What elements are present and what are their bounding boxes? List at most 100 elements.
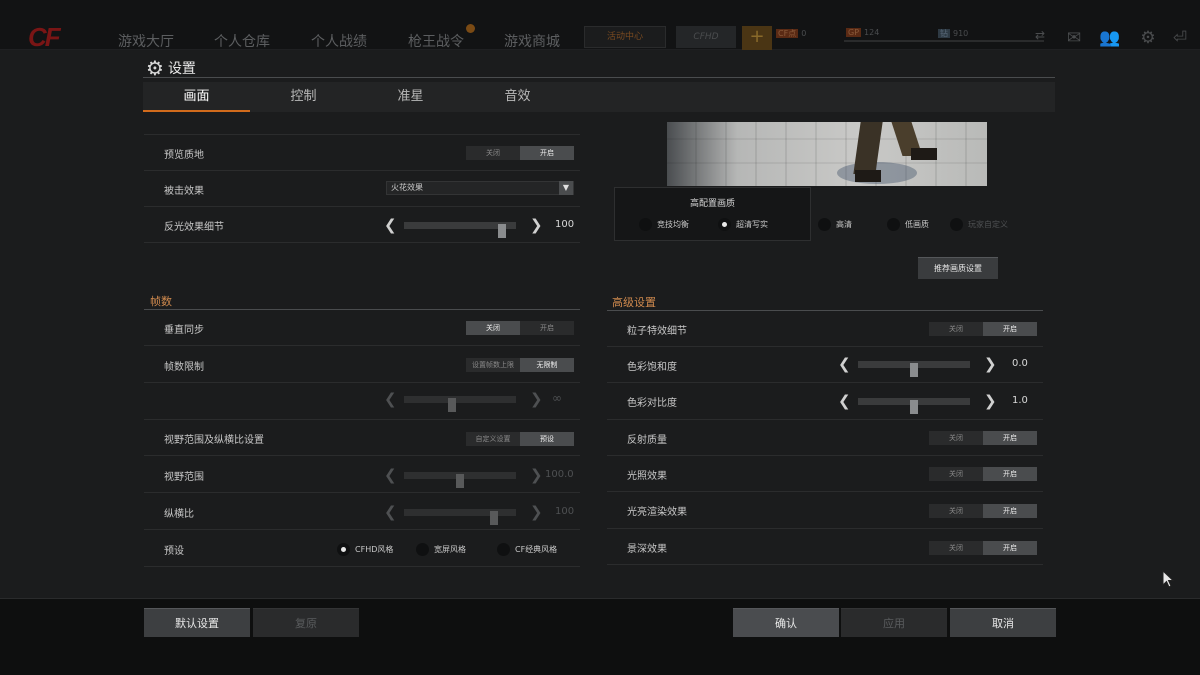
slider-knob[interactable] bbox=[490, 511, 498, 525]
toggle-on[interactable]: 开启 bbox=[983, 541, 1037, 555]
preset-cfhd-radio[interactable]: CFHD风格 bbox=[337, 543, 393, 556]
settings-gear-icon: ⚙ bbox=[1140, 28, 1156, 48]
chevron-right-icon[interactable]: ❯ bbox=[530, 216, 543, 234]
bloom-toggle[interactable]: 关闭 开启 bbox=[929, 504, 1037, 518]
toggle-off[interactable]: 关闭 bbox=[929, 431, 983, 445]
notification-badge bbox=[466, 24, 475, 33]
radio-dot[interactable] bbox=[718, 218, 731, 231]
nav-battlepass: 枪王战令 bbox=[408, 34, 464, 50]
promo-banner: CFHD bbox=[676, 26, 736, 48]
default-settings-button[interactable]: 默认设置 bbox=[144, 608, 250, 637]
toggle-off[interactable]: 关闭 bbox=[929, 322, 983, 336]
chevron-right-icon[interactable]: ❯ bbox=[530, 466, 543, 484]
lobby-topbar: CF 游戏大厅 个人仓库 个人战绩 枪王战令 游戏商城 活动中心 CFHD + … bbox=[0, 0, 1200, 52]
section-framerate: 帧数 bbox=[150, 295, 172, 308]
chevron-right-icon[interactable]: ❯ bbox=[984, 355, 997, 373]
hit-effect-select[interactable]: 火花效果 ▼ bbox=[386, 181, 574, 195]
saturation-slider[interactable]: ❮ ❯ 0.0 bbox=[838, 355, 1028, 377]
slider-track[interactable] bbox=[858, 398, 970, 414]
particle-detail-toggle[interactable]: 关闭 开启 bbox=[929, 322, 1037, 336]
exit-icon: ⏎ bbox=[1172, 28, 1188, 48]
preset-low-radio[interactable]: 低画质 bbox=[887, 218, 929, 231]
chevron-left-icon[interactable]: ❮ bbox=[384, 466, 397, 484]
slider-knob[interactable] bbox=[448, 398, 456, 412]
nav-lobby: 游戏大厅 bbox=[118, 34, 174, 50]
apply-button[interactable]: 应用 bbox=[841, 608, 947, 637]
chevron-left-icon[interactable]: ❮ bbox=[838, 392, 851, 410]
tab-controls[interactable]: 控制 bbox=[250, 82, 357, 112]
nav-stats: 个人战绩 bbox=[311, 34, 367, 50]
slider-track[interactable] bbox=[404, 509, 516, 525]
cancel-button[interactable]: 取消 bbox=[950, 608, 1056, 637]
custom-option[interactable]: 自定义设置 bbox=[466, 432, 520, 446]
toggle-on[interactable]: 开启 bbox=[983, 467, 1037, 481]
title-divider bbox=[143, 77, 1055, 78]
preset-ultra-radio[interactable]: 超清写实 bbox=[718, 218, 768, 231]
toggle-off[interactable]: 关闭 bbox=[929, 541, 983, 555]
toggle-off[interactable]: 关闭 bbox=[466, 146, 520, 160]
reflection-quality-toggle[interactable]: 关闭 开启 bbox=[929, 431, 1037, 445]
toggle-on[interactable]: 开启 bbox=[983, 431, 1037, 445]
preset-option[interactable]: 预设 bbox=[520, 432, 574, 446]
slider-track[interactable] bbox=[404, 222, 516, 238]
radio-dot[interactable] bbox=[818, 218, 831, 231]
fov-aspect-toggle[interactable]: 自定义设置 预设 bbox=[466, 432, 574, 446]
toggle-on[interactable]: 开启 bbox=[983, 322, 1037, 336]
preset-custom-radio[interactable]: 玩家自定义 bbox=[950, 218, 1008, 231]
chevron-left-icon[interactable]: ❮ bbox=[384, 503, 397, 521]
dof-toggle[interactable]: 关闭 开启 bbox=[929, 541, 1037, 555]
chevron-left-icon[interactable]: ❮ bbox=[838, 355, 851, 373]
toggle-off[interactable]: 关闭 bbox=[929, 467, 983, 481]
radio-dot[interactable] bbox=[639, 218, 652, 231]
slider-knob[interactable] bbox=[910, 400, 918, 414]
slider-track[interactable] bbox=[404, 472, 516, 488]
currency-gp: GP 124 bbox=[846, 28, 880, 37]
slider-track[interactable] bbox=[404, 396, 516, 412]
radio-dot[interactable] bbox=[416, 543, 429, 556]
preset-widescreen-radio[interactable]: 宽屏风格 bbox=[416, 543, 466, 556]
chevron-left-icon[interactable]: ❮ bbox=[384, 216, 397, 234]
restore-button[interactable]: 复原 bbox=[253, 608, 359, 637]
radio-dot[interactable] bbox=[887, 218, 900, 231]
preset-high-radio[interactable]: 高清 bbox=[818, 218, 852, 231]
lighting-toggle[interactable]: 关闭 开启 bbox=[929, 467, 1037, 481]
toggle-on[interactable]: 开启 bbox=[520, 146, 574, 160]
slider-knob[interactable] bbox=[498, 224, 506, 238]
aspect-slider[interactable]: ❮ ❯ 100 bbox=[384, 503, 574, 525]
radio-dot[interactable] bbox=[337, 543, 350, 556]
confirm-button[interactable]: 确认 bbox=[733, 608, 839, 637]
chevron-left-icon[interactable]: ❮ bbox=[384, 390, 397, 408]
slider-knob[interactable] bbox=[910, 363, 918, 377]
fps-limit-toggle[interactable]: 设置帧数上限 无限制 bbox=[466, 358, 574, 372]
contrast-slider[interactable]: ❮ ❯ 1.0 bbox=[838, 392, 1028, 414]
preview-quality-toggle[interactable]: 关闭 开启 bbox=[466, 146, 574, 160]
fps-cap-option[interactable]: 设置帧数上限 bbox=[466, 358, 520, 372]
tab-sound[interactable]: 音效 bbox=[464, 82, 571, 112]
slider-track[interactable] bbox=[858, 361, 970, 377]
graphics-preview-image bbox=[667, 122, 987, 186]
toggle-off[interactable]: 关闭 bbox=[929, 504, 983, 518]
radio-dot[interactable] bbox=[497, 543, 510, 556]
tab-crosshair[interactable]: 准星 bbox=[357, 82, 464, 112]
chevron-right-icon[interactable]: ❯ bbox=[984, 392, 997, 410]
preset-competitive-radio[interactable]: 竞技均衡 bbox=[639, 218, 689, 231]
tab-graphics[interactable]: 画面 bbox=[143, 82, 250, 112]
toggle-on[interactable]: 开启 bbox=[520, 321, 574, 335]
radio-dot[interactable] bbox=[950, 218, 963, 231]
chevron-down-icon: ▼ bbox=[559, 181, 573, 195]
section-advanced: 高级设置 bbox=[612, 296, 656, 309]
fps-slider[interactable]: ❮ ❯ ∞ bbox=[384, 390, 574, 412]
chevron-right-icon[interactable]: ❯ bbox=[530, 390, 543, 408]
preset-classic-radio[interactable]: CF经典风格 bbox=[497, 543, 557, 556]
cf-logo: CF bbox=[28, 22, 61, 52]
vsync-toggle[interactable]: 关闭 开启 bbox=[466, 321, 574, 335]
fps-unlimited-option[interactable]: 无限制 bbox=[520, 358, 574, 372]
recommend-quality-button[interactable]: 推荐画质设置 bbox=[918, 257, 998, 279]
fov-slider[interactable]: ❮ ❯ 100.0 bbox=[384, 466, 574, 488]
slider-knob[interactable] bbox=[456, 474, 464, 488]
toggle-off[interactable]: 关闭 bbox=[466, 321, 520, 335]
mail-icon: ✉ bbox=[1066, 28, 1082, 48]
reflection-detail-slider[interactable]: ❮ ❯ 100 bbox=[384, 216, 574, 238]
toggle-on[interactable]: 开启 bbox=[983, 504, 1037, 518]
chevron-right-icon[interactable]: ❯ bbox=[530, 503, 543, 521]
